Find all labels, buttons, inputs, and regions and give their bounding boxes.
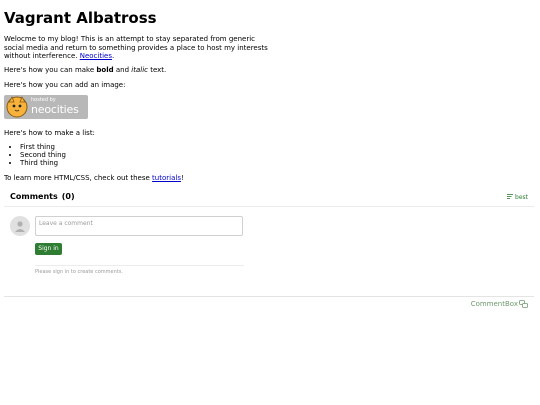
list-item: Third thing [20,159,66,167]
badge-big-text: neocities [31,103,79,116]
list-paragraph: Here's how to make a list: [4,129,95,137]
sort-icon [507,194,514,199]
intro-paragraph: Welocme to my blog! This is an attempt t… [4,35,268,60]
avatar [10,216,30,236]
brand-label: CommentBox [470,300,518,308]
sort-label: best [515,194,528,201]
divider [35,265,244,266]
thing-list: First thing Second thing Third thing [4,143,66,167]
tutorials-link[interactable]: tutorials [152,174,181,182]
page-title: Vagrant Albatross [4,9,157,27]
user-icon [15,221,25,232]
formatting-paragraph: Here's how you can make bold and italic … [4,66,167,74]
sign-in-note: Please sign in to create comments. [35,269,123,275]
divider [4,296,534,297]
divider [4,206,534,207]
comments-header: Comments (0) [10,192,75,201]
sort-dropdown[interactable]: best [507,194,528,201]
commentbox-logo-icon [519,300,528,308]
comment-input[interactable]: Leave a comment [35,216,243,236]
list-item: Second thing [20,151,66,159]
neocities-link[interactable]: Neocities [80,52,112,60]
learn-paragraph: To learn more HTML/CSS, check out these … [4,174,184,182]
commentbox-brand-link[interactable]: CommentBox [471,300,528,308]
comment-section: Comments (0) best Leave a comment Sign in… [4,186,534,312]
list-item: First thing [20,143,66,151]
sign-in-button[interactable]: Sign in [35,243,62,255]
intro-text: Welocme to my blog! This is an attempt t… [4,35,268,60]
comments-title: Comments [10,192,58,201]
image-paragraph: Here's how you can add an image: [4,81,126,89]
neocities-cat-icon [6,96,28,118]
neocities-badge[interactable]: hosted by neocities [4,95,88,119]
comments-count: (0) [61,192,75,201]
italic-text: italic [131,66,148,74]
bold-text: bold [96,66,114,74]
